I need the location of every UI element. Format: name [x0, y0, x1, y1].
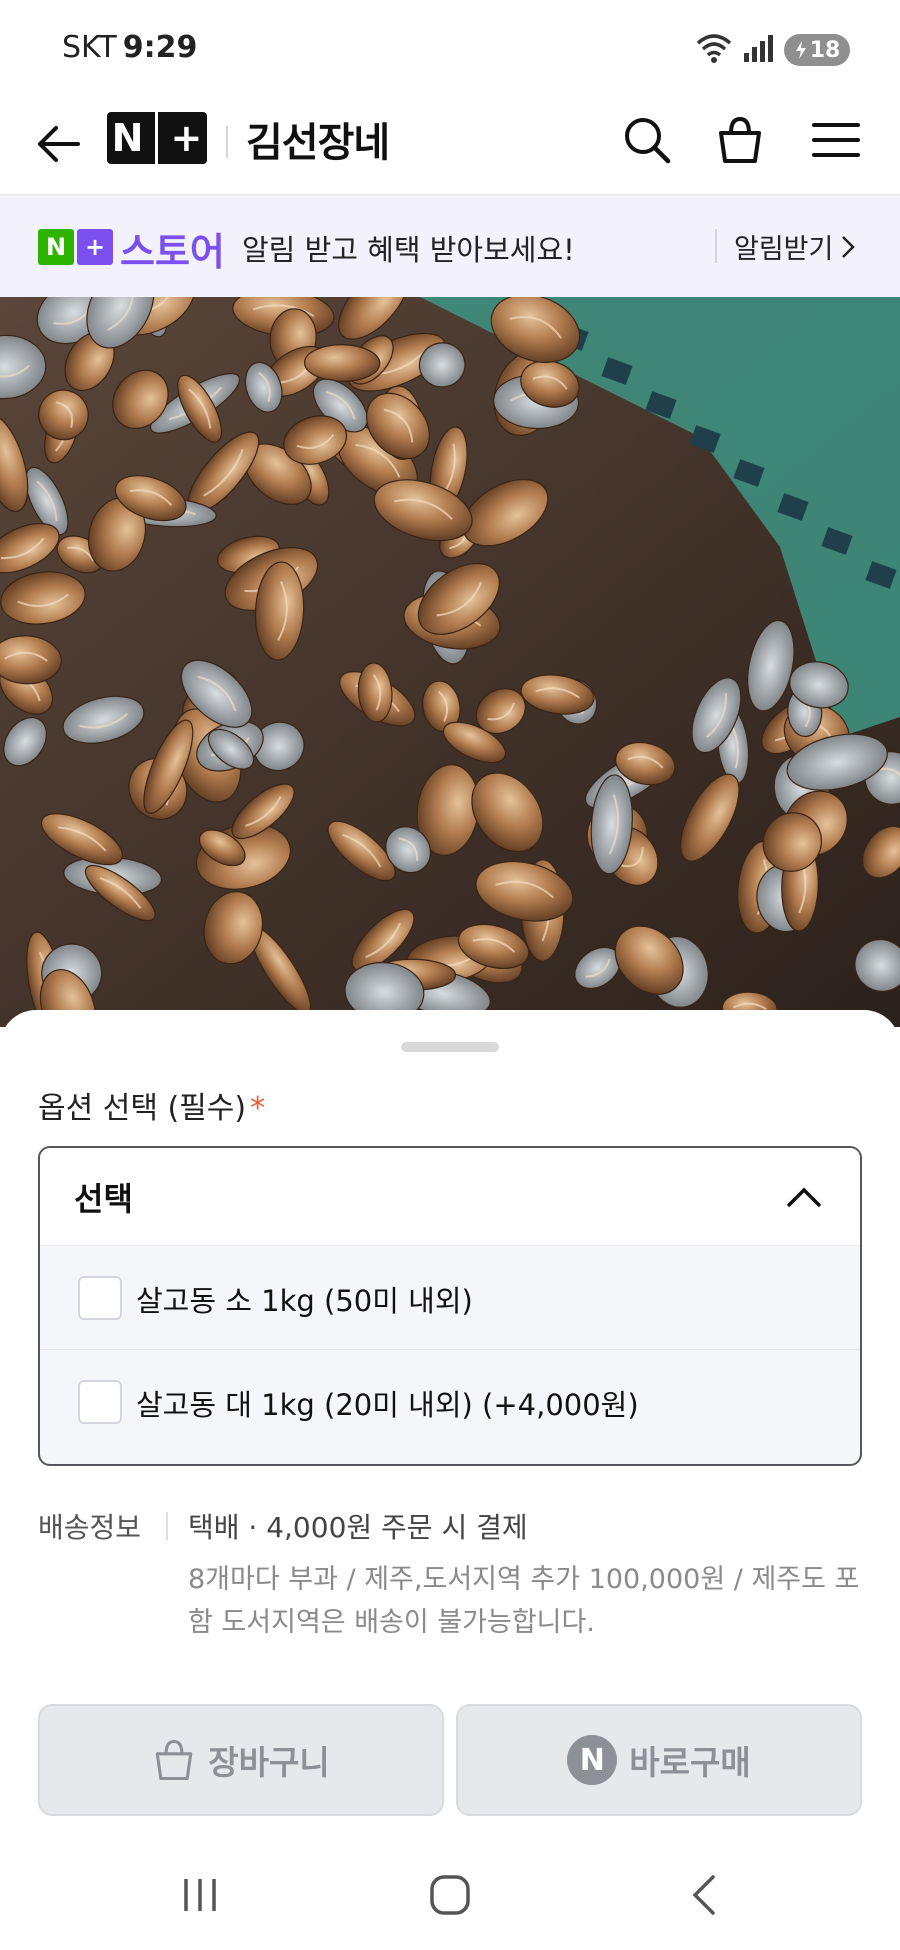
- option-dropdown-label: 선택: [74, 1180, 133, 1218]
- shipping-info: 택배 · 4,000원 주문 시 결제: [188, 1511, 528, 1544]
- promo-brand-text: 스토어: [120, 230, 225, 274]
- chevron-up-icon: [786, 1187, 822, 1208]
- sheet-drag-handle[interactable]: [401, 1042, 499, 1052]
- search-icon[interactable]: [615, 108, 679, 172]
- option-dropdown-header[interactable]: 선택: [40, 1148, 860, 1246]
- logo-n-square: N: [38, 229, 74, 265]
- buy-now-label: 바로구매: [629, 1743, 751, 1782]
- header-divider: [226, 126, 228, 158]
- option-bottom-sheet: 옵션 선택 (필수) * 선택 살고동 소 1kg (50미 내외) 살고동 대 …: [0, 1010, 900, 1950]
- home-icon[interactable]: [410, 1860, 490, 1930]
- app-header: N + 김선장네: [0, 96, 900, 196]
- naver-pay-icon: N: [567, 1735, 618, 1785]
- recent-apps-icon[interactable]: [160, 1860, 240, 1930]
- shopping-bag-icon[interactable]: [708, 108, 772, 172]
- shipping-divider: [166, 1512, 168, 1540]
- required-mark: *: [250, 1091, 266, 1126]
- option-checkbox[interactable]: [78, 1380, 122, 1424]
- menu-icon[interactable]: [804, 108, 868, 172]
- system-nav-bar: [0, 1840, 900, 1950]
- option-dropdown: 선택 살고동 소 1kg (50미 내외) 살고동 대 1kg (20미 내외)…: [38, 1146, 862, 1466]
- store-name[interactable]: 김선장네: [246, 110, 390, 168]
- naver-plus-logo[interactable]: N +: [107, 112, 207, 164]
- option-title-text: 옵션 선택 (필수): [38, 1091, 247, 1126]
- status-bar: SKT 9:29 18: [0, 0, 900, 96]
- shipping-label: 배송정보: [38, 1511, 142, 1544]
- wifi-icon: [694, 31, 734, 69]
- status-left: SKT 9:29: [62, 30, 197, 65]
- option-item[interactable]: 살고동 대 1kg (20미 내외) (+4,000원): [40, 1350, 860, 1454]
- clock: 9:29: [122, 30, 198, 65]
- nplus-n: N: [111, 116, 144, 160]
- chevron-right-icon: [842, 235, 856, 258]
- shipping-detail: 8개마다 부과 / 제주,도서지역 추가 100,000원 / 제주도 포함 도…: [188, 1564, 860, 1638]
- status-icons: 18: [694, 30, 850, 70]
- subscribe-alert-button[interactable]: 알림받기: [734, 227, 856, 266]
- battery-charging-icon: 18: [784, 34, 850, 66]
- shopping-bag-icon: [156, 1739, 193, 1781]
- buy-now-button[interactable]: N 바로구매: [456, 1704, 862, 1816]
- back-arrow-icon[interactable]: [30, 116, 86, 172]
- option-item-label: 살고동 대 1kg (20미 내외) (+4,000원): [136, 1388, 639, 1422]
- logo-plus-square: +: [77, 229, 113, 265]
- add-to-cart-label: 장바구니: [208, 1743, 330, 1782]
- option-item-label: 살고동 소 1kg (50미 내외): [136, 1284, 473, 1318]
- notification-promo-banner[interactable]: N + 스토어 알림 받고 혜택 받아보세요! 알림받기: [0, 197, 900, 297]
- option-checkbox[interactable]: [78, 1276, 122, 1320]
- option-section-title: 옵션 선택 (필수) *: [38, 1083, 265, 1127]
- back-icon[interactable]: [664, 1860, 744, 1930]
- subscribe-alert-label: 알림받기: [734, 234, 834, 265]
- option-item[interactable]: 살고동 소 1kg (50미 내외): [40, 1246, 860, 1350]
- nplus-store-logo: N +: [38, 229, 113, 265]
- promo-message: 알림 받고 혜택 받아보세요!: [242, 233, 575, 267]
- battery-level: 18: [809, 37, 841, 63]
- product-image[interactable]: [0, 297, 900, 1027]
- carrier-label: SKT: [62, 30, 117, 65]
- logo-separator: [155, 112, 159, 164]
- nplus-plus: +: [170, 116, 203, 160]
- promo-divider: [715, 229, 717, 263]
- signal-icon: [742, 33, 776, 67]
- add-to-cart-button[interactable]: 장바구니: [38, 1704, 444, 1816]
